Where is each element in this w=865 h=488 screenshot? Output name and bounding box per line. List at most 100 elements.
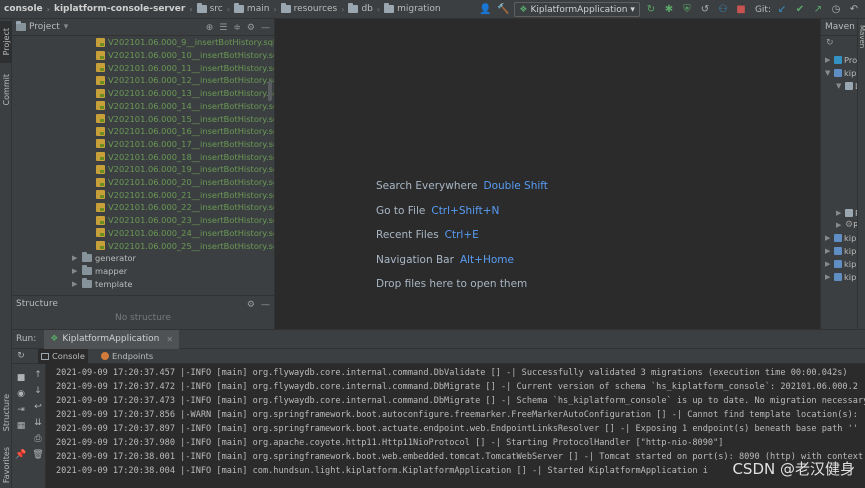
gear-icon[interactable]: ⚙ bbox=[247, 23, 255, 33]
chevron-right-icon[interactable]: ▶ bbox=[72, 280, 82, 288]
tab-maven[interactable]: Maven bbox=[858, 25, 865, 48]
breadcrumb-db[interactable]: db › bbox=[348, 3, 384, 14]
maven-item-module[interactable]: ▶kipla bbox=[825, 232, 857, 245]
pin-icon[interactable]: 📌 bbox=[15, 449, 27, 461]
project-scrollbar[interactable] bbox=[268, 81, 272, 101]
git-commit-icon[interactable]: ✔ bbox=[793, 3, 807, 17]
breadcrumb-server[interactable]: kiplatform-console-server › bbox=[54, 4, 197, 14]
chevron-down-icon[interactable]: ▼ bbox=[836, 82, 845, 90]
git-push-icon[interactable]: ↗ bbox=[811, 3, 825, 17]
breadcrumb-src[interactable]: src › bbox=[196, 3, 234, 14]
tree-file-item[interactable]: V202101.06.000_14__insertBotHistory.sql bbox=[96, 100, 274, 113]
maven-item-lifecycle[interactable]: ▼Li bbox=[836, 80, 857, 93]
maven-item-plugins[interactable]: ▶Pl bbox=[836, 207, 857, 220]
debug-bug-icon[interactable]: ✱ bbox=[662, 3, 676, 17]
tree-file-item[interactable]: V202101.06.000_9__insertBotHistory.sql bbox=[96, 36, 274, 49]
project-panel-header: Project ▾ ⊕ ☰ ≑ ⚙ — bbox=[12, 19, 274, 36]
tab-project[interactable]: Project bbox=[0, 21, 12, 63]
stop-icon[interactable]: ■ bbox=[734, 3, 748, 17]
rollback-icon[interactable]: ↶ bbox=[847, 3, 861, 17]
tree-file-item[interactable]: V202101.06.000_25__insertBotHistory.sql bbox=[96, 239, 274, 252]
reload-icon[interactable]: ↻ bbox=[826, 38, 834, 48]
breadcrumb-console[interactable]: console › bbox=[4, 4, 54, 14]
soft-wrap-icon[interactable]: ↩ bbox=[32, 401, 44, 413]
arrow-up-icon[interactable]: ↑ bbox=[32, 369, 44, 381]
tree-file-item[interactable]: V202101.06.000_13__insertBotHistory.sql bbox=[96, 87, 274, 100]
editor-empty-hints: Search Everywhere Double Shift Go to File… bbox=[376, 174, 548, 297]
project-view-selector[interactable]: Project bbox=[29, 22, 60, 32]
chevron-right-icon[interactable]: ▶ bbox=[825, 247, 834, 255]
coverage-icon[interactable]: ⛨ bbox=[680, 3, 694, 17]
run-configuration-select[interactable]: ❖ KiplatformApplication ▾ bbox=[514, 2, 640, 17]
tree-folder-mapper[interactable]: ▶ mapper bbox=[72, 265, 127, 278]
rerun-icon[interactable]: ↻ bbox=[15, 350, 27, 362]
chevron-down-icon[interactable]: ▼ bbox=[825, 69, 834, 77]
chevron-down-icon[interactable]: ▾ bbox=[64, 22, 69, 32]
tab-commit[interactable]: Commit bbox=[0, 69, 12, 111]
tree-file-item[interactable]: V202101.06.000_24__insertBotHistory.sql bbox=[96, 227, 274, 240]
tree-folder-template[interactable]: ▶ template bbox=[72, 277, 132, 290]
maven-item-repositories[interactable]: ▶⚙Re bbox=[836, 219, 857, 232]
history-icon[interactable]: ◷ bbox=[829, 3, 843, 17]
exit-icon[interactable]: ⇥ bbox=[15, 404, 27, 416]
gear-icon[interactable]: ⚙ bbox=[247, 300, 255, 310]
tree-file-item[interactable]: V202101.06.000_22__insertBotHistory.sql bbox=[96, 201, 274, 214]
print-icon[interactable]: ⎙ bbox=[32, 433, 44, 445]
maven-item-module[interactable]: ▶kipla bbox=[825, 245, 857, 258]
tree-file-item[interactable]: V202101.06.000_20__insertBotHistory.sql bbox=[96, 176, 274, 189]
stop-icon[interactable]: ■ bbox=[15, 372, 27, 384]
tree-file-item[interactable]: V202101.06.000_16__insertBotHistory.sql bbox=[96, 125, 274, 138]
attach-icon[interactable]: ⚇ bbox=[716, 3, 730, 17]
layout-icon[interactable]: ▦ bbox=[15, 420, 27, 432]
maven-item-module[interactable]: ▶kipla bbox=[825, 271, 857, 284]
minimize-icon[interactable]: — bbox=[261, 300, 270, 310]
breadcrumb-main[interactable]: main › bbox=[233, 3, 281, 14]
breadcrumb-resources[interactable]: resources › bbox=[280, 3, 349, 14]
tree-file-item[interactable]: V202101.06.000_15__insertBotHistory.sql bbox=[96, 112, 274, 125]
maven-item-module[interactable]: ▶kipla bbox=[825, 258, 857, 271]
run-tab-kiplatform[interactable]: ❖ KiplatformApplication ✕ bbox=[44, 329, 180, 349]
minimize-icon[interactable]: — bbox=[261, 23, 270, 33]
chevron-right-icon[interactable]: ▶ bbox=[825, 260, 834, 268]
git-update-icon[interactable]: ↙ bbox=[775, 3, 789, 17]
tree-file-item[interactable]: V202101.06.000_12__insertBotHistory.sql bbox=[96, 74, 274, 87]
arrow-down-icon[interactable]: ↓ bbox=[32, 385, 44, 397]
maven-item-project[interactable]: ▼kipla bbox=[825, 67, 857, 80]
profile-icon[interactable]: ↺ bbox=[698, 3, 712, 17]
close-icon[interactable]: ✕ bbox=[166, 335, 173, 344]
tree-file-item[interactable]: V202101.06.000_18__insertBotHistory.sql bbox=[96, 150, 274, 163]
collapse-all-icon[interactable]: ≑ bbox=[233, 23, 241, 33]
build-hammer-icon[interactable]: 🔨 bbox=[496, 3, 510, 17]
tree-file-item[interactable]: V202101.06.000_21__insertBotHistory.sql bbox=[96, 188, 274, 201]
tab-favorites[interactable]: Favorites bbox=[0, 443, 12, 487]
chevron-right-icon[interactable]: ▶ bbox=[836, 209, 845, 217]
tab-structure[interactable]: Structure bbox=[0, 391, 12, 435]
tree-folder-generator[interactable]: ▶ generator bbox=[72, 252, 136, 265]
editor-area[interactable]: Search Everywhere Double Shift Go to File… bbox=[275, 19, 820, 329]
trash-icon[interactable]: 🗑 bbox=[32, 449, 44, 461]
tree-file-item[interactable]: V202101.06.000_10__insertBotHistory.sql bbox=[96, 49, 274, 62]
tab-console[interactable]: Console bbox=[38, 348, 88, 364]
tree-file-item[interactable]: V202101.06.000_17__insertBotHistory.sql bbox=[96, 138, 274, 151]
expand-all-icon[interactable]: ☰ bbox=[219, 23, 227, 33]
chevron-right-icon[interactable]: ▶ bbox=[72, 254, 82, 262]
chevron-right-icon[interactable]: ▶ bbox=[825, 273, 834, 281]
tree-file-item[interactable]: V202101.06.000_23__insertBotHistory.sql bbox=[96, 214, 274, 227]
chevron-right-icon[interactable]: ▶ bbox=[825, 234, 834, 242]
breadcrumb-migration[interactable]: migration bbox=[384, 3, 441, 14]
structure-panel: Structure ⚙ — No structure bbox=[12, 295, 275, 329]
chevron-right-icon[interactable]: ▶ bbox=[72, 267, 82, 275]
rerun-icon[interactable]: ↻ bbox=[644, 3, 658, 17]
chevron-right-icon[interactable]: ▶ bbox=[825, 56, 834, 64]
tab-endpoints[interactable]: Endpoints bbox=[98, 349, 156, 364]
maven-item-profiles[interactable]: ▶Profi bbox=[825, 54, 857, 67]
chevron-right-icon[interactable]: ▶ bbox=[836, 221, 845, 229]
camera-icon[interactable]: ◉ bbox=[15, 388, 27, 400]
tree-file-item[interactable]: V202101.06.000_19__insertBotHistory.sql bbox=[96, 163, 274, 176]
tree-file-item[interactable]: V202101.06.000_11__insertBotHistory.sql bbox=[96, 61, 274, 74]
locate-icon[interactable]: ⊕ bbox=[206, 23, 214, 33]
sql-file-icon bbox=[96, 101, 105, 111]
user-icon[interactable]: 👤 bbox=[478, 3, 492, 17]
sql-file-icon bbox=[96, 63, 105, 73]
scroll-to-end-icon[interactable]: ⇊ bbox=[32, 417, 44, 429]
